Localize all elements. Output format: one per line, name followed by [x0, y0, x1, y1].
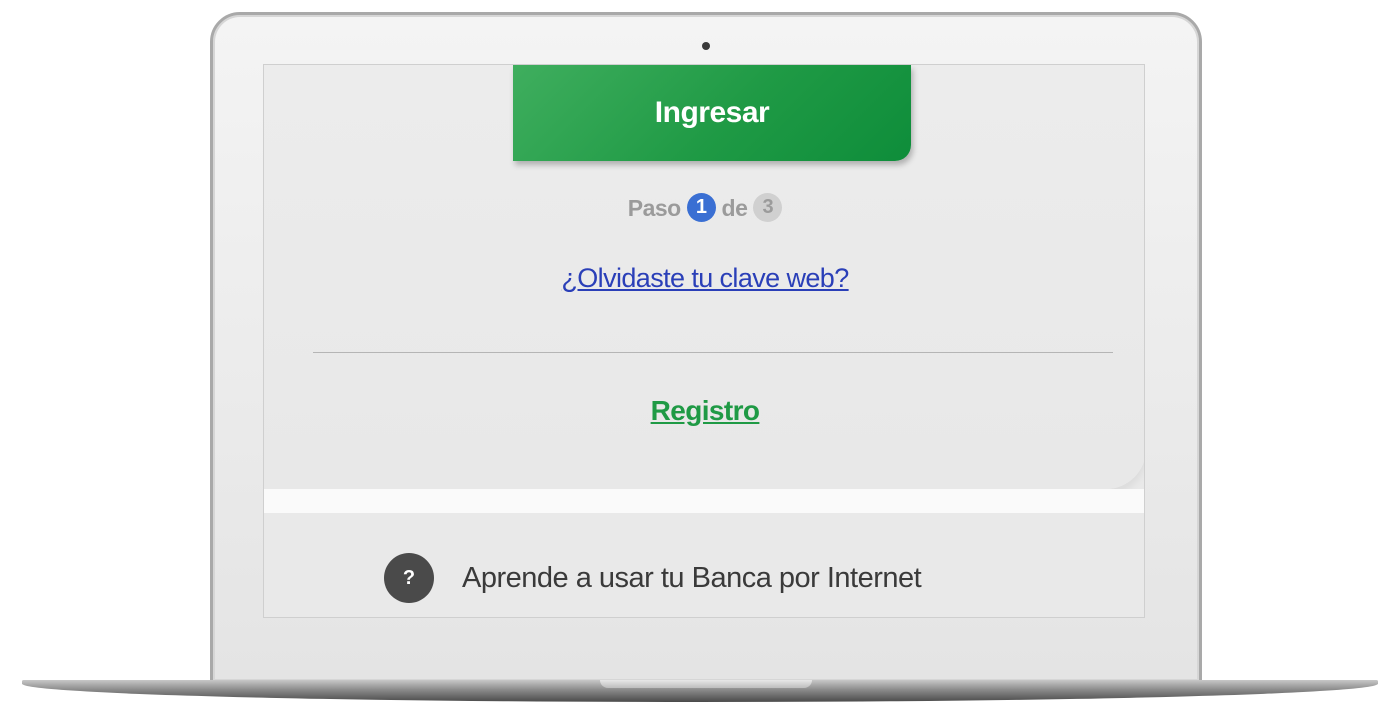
step-total-badge: 3	[753, 193, 783, 223]
register-link[interactable]: Registro	[651, 395, 760, 426]
laptop-screen: Ingresar Paso 1 de 3 ¿Olvidaste tu clave…	[263, 64, 1145, 618]
divider	[313, 352, 1113, 353]
laptop-base-notch	[600, 680, 812, 688]
laptop-mockup: Ingresar Paso 1 de 3 ¿Olvidaste tu clave…	[0, 0, 1399, 704]
webcam-icon	[702, 42, 710, 50]
login-card: Ingresar Paso 1 de 3 ¿Olvidaste tu clave…	[264, 65, 1144, 489]
step-current-badge: 1	[686, 193, 716, 223]
question-circle-icon: ?	[384, 553, 434, 603]
step-separator: de	[721, 195, 748, 221]
register-row: Registro	[264, 395, 1144, 427]
forgot-password-row: ¿Olvidaste tu clave web?	[264, 263, 1144, 294]
card-gap	[264, 489, 1144, 513]
step-indicator: Paso 1 de 3	[264, 193, 1144, 224]
ingresar-button[interactable]: Ingresar	[513, 65, 911, 161]
forgot-password-link[interactable]: ¿Olvidaste tu clave web?	[561, 263, 849, 293]
help-link[interactable]: ? Aprende a usar tu Banca por Internet	[384, 553, 922, 603]
step-prefix: Paso	[627, 195, 681, 221]
help-text: Aprende a usar tu Banca por Internet	[462, 561, 922, 594]
